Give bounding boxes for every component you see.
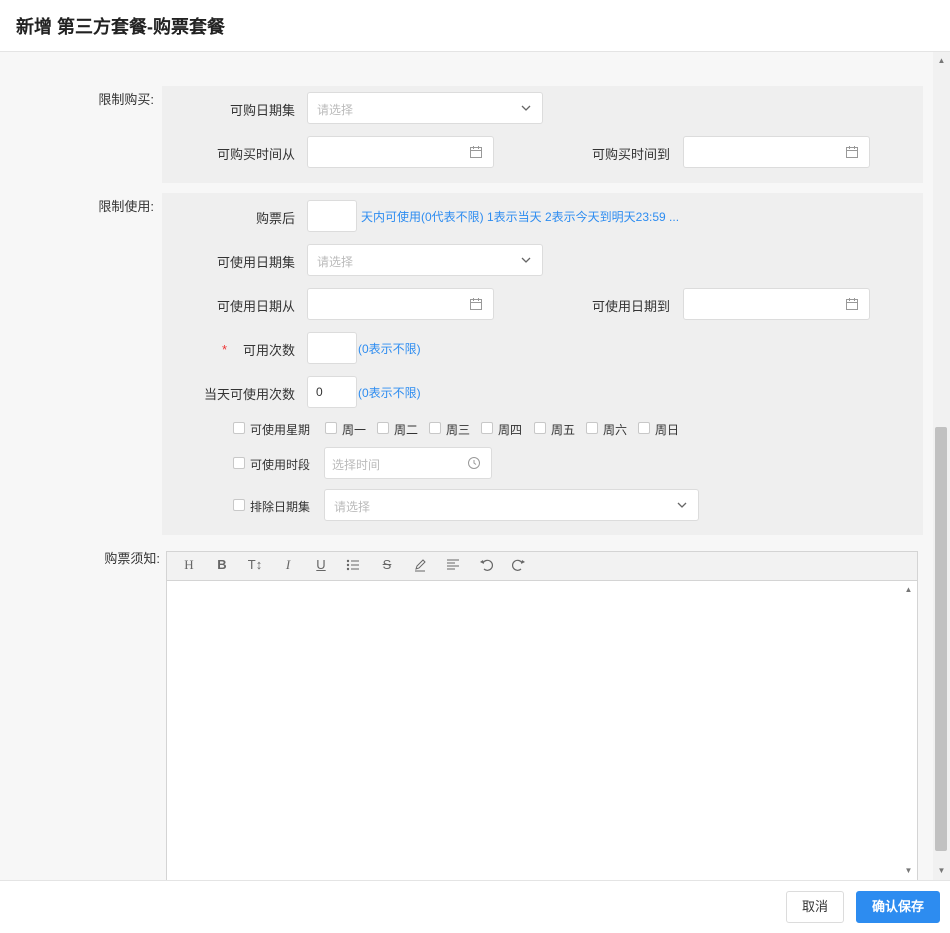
calendar-icon	[470, 298, 482, 310]
weekday-label: 周四	[498, 423, 523, 437]
rich-text-editor[interactable]	[166, 551, 918, 881]
exclude-dates-label: 排除日期集	[250, 500, 311, 514]
purchase-date-set-label: 可购日期集	[229, 103, 295, 118]
pen-icon[interactable]	[413, 558, 427, 572]
underline-icon[interactable]: U	[311, 557, 331, 572]
clock-icon	[468, 457, 480, 469]
calendar-icon	[846, 146, 858, 158]
select-placeholder: 请选择	[334, 500, 371, 514]
calendar-icon	[470, 146, 482, 158]
chevron-down-icon	[677, 502, 687, 508]
weekday-label: 周五	[551, 423, 576, 437]
exclude-dates-select[interactable]: 请选择	[324, 489, 699, 521]
chevron-down-icon	[521, 257, 531, 263]
purchase-time-from-input[interactable]	[307, 136, 494, 168]
after-purchase-label: 购票后	[255, 211, 295, 226]
editor-scroll-down-icon[interactable]: ▼	[900, 866, 917, 875]
italic-icon[interactable]: I	[278, 557, 298, 573]
scroll-up-arrow-icon[interactable]: ▲	[933, 56, 950, 65]
period-limit-checkbox[interactable]	[233, 457, 245, 469]
daily-times-value: 0	[316, 385, 323, 399]
weekday-label: 周日	[655, 423, 680, 437]
weekday-checkbox-mon[interactable]	[325, 422, 337, 434]
undo-icon[interactable]	[479, 558, 493, 572]
align-icon[interactable]	[446, 558, 460, 572]
purchase-time-to-label: 可购买时间到	[591, 147, 670, 162]
purchase-limit-label: 限制购买:	[98, 92, 154, 107]
weekday-checkbox-fri[interactable]	[534, 422, 546, 434]
weekday-checkbox-wed[interactable]	[429, 422, 441, 434]
usage-date-from-input[interactable]	[307, 288, 494, 320]
cancel-button[interactable]: 取消	[786, 891, 844, 923]
after-purchase-days-input[interactable]	[307, 200, 357, 232]
daily-times-label: 当天可使用次数	[203, 387, 295, 402]
editor-scroll-up-icon[interactable]: ▲	[900, 585, 917, 594]
weekday-limit-label: 可使用星期	[250, 423, 311, 437]
scrollbar-thumb[interactable]	[935, 427, 947, 851]
strikethrough-icon[interactable]: S	[377, 557, 397, 572]
weekday-checkbox-thu[interactable]	[481, 422, 493, 434]
after-purchase-hint: 天内可使用(0代表不限) 1表示当天 2表示今天到明天23:59 ...	[361, 210, 680, 224]
usage-date-set-label: 可使用日期集	[216, 255, 295, 270]
usage-date-set-select[interactable]: 请选择	[307, 244, 543, 276]
bold-icon[interactable]: B	[212, 557, 232, 572]
text-size-icon[interactable]: T↕	[245, 557, 265, 572]
usage-limit-panel	[162, 193, 923, 535]
select-placeholder: 请选择	[317, 255, 354, 269]
calendar-icon	[846, 298, 858, 310]
weekday-checkbox-sun[interactable]	[638, 422, 650, 434]
list-icon[interactable]	[346, 558, 360, 572]
usage-limit-label: 限制使用:	[98, 199, 154, 214]
times-input[interactable]	[307, 332, 357, 364]
notice-label: 购票须知:	[104, 551, 160, 566]
usage-date-to-input[interactable]	[683, 288, 870, 320]
redo-icon[interactable]	[512, 558, 526, 572]
purchase-time-to-input[interactable]	[683, 136, 870, 168]
chevron-down-icon	[521, 105, 531, 111]
weekday-checkbox-tue[interactable]	[377, 422, 389, 434]
weekday-label: 周一	[342, 423, 367, 437]
select-placeholder: 请选择	[317, 103, 354, 117]
dialog-title: 新增 第三方套餐-购票套餐	[16, 17, 225, 37]
times-label: 可用次数	[242, 343, 295, 358]
time-placeholder: 选择时间	[332, 458, 381, 472]
usage-date-to-label: 可使用日期到	[591, 299, 670, 314]
weekday-label: 周三	[446, 423, 471, 437]
weekday-label: 周六	[603, 423, 628, 437]
heading-icon[interactable]: H	[179, 557, 199, 573]
times-hint: (0表示不限)	[358, 342, 421, 356]
usage-date-from-label: 可使用日期从	[216, 299, 295, 314]
period-limit-label: 可使用时段	[250, 458, 311, 472]
purchase-date-set-select[interactable]: 请选择	[307, 92, 543, 124]
daily-times-hint: (0表示不限)	[358, 386, 421, 400]
daily-times-input[interactable]: 0	[307, 376, 357, 408]
exclude-dates-checkbox[interactable]	[233, 499, 245, 511]
weekday-checkbox-sat[interactable]	[586, 422, 598, 434]
period-time-input[interactable]: 选择时间	[324, 447, 492, 479]
weekday-label: 周二	[394, 423, 419, 437]
confirm-save-button[interactable]: 确认保存	[856, 891, 940, 923]
purchase-time-from-label: 可购买时间从	[216, 147, 295, 162]
weekday-limit-checkbox[interactable]	[233, 422, 245, 434]
scroll-down-arrow-icon[interactable]: ▼	[933, 866, 950, 875]
